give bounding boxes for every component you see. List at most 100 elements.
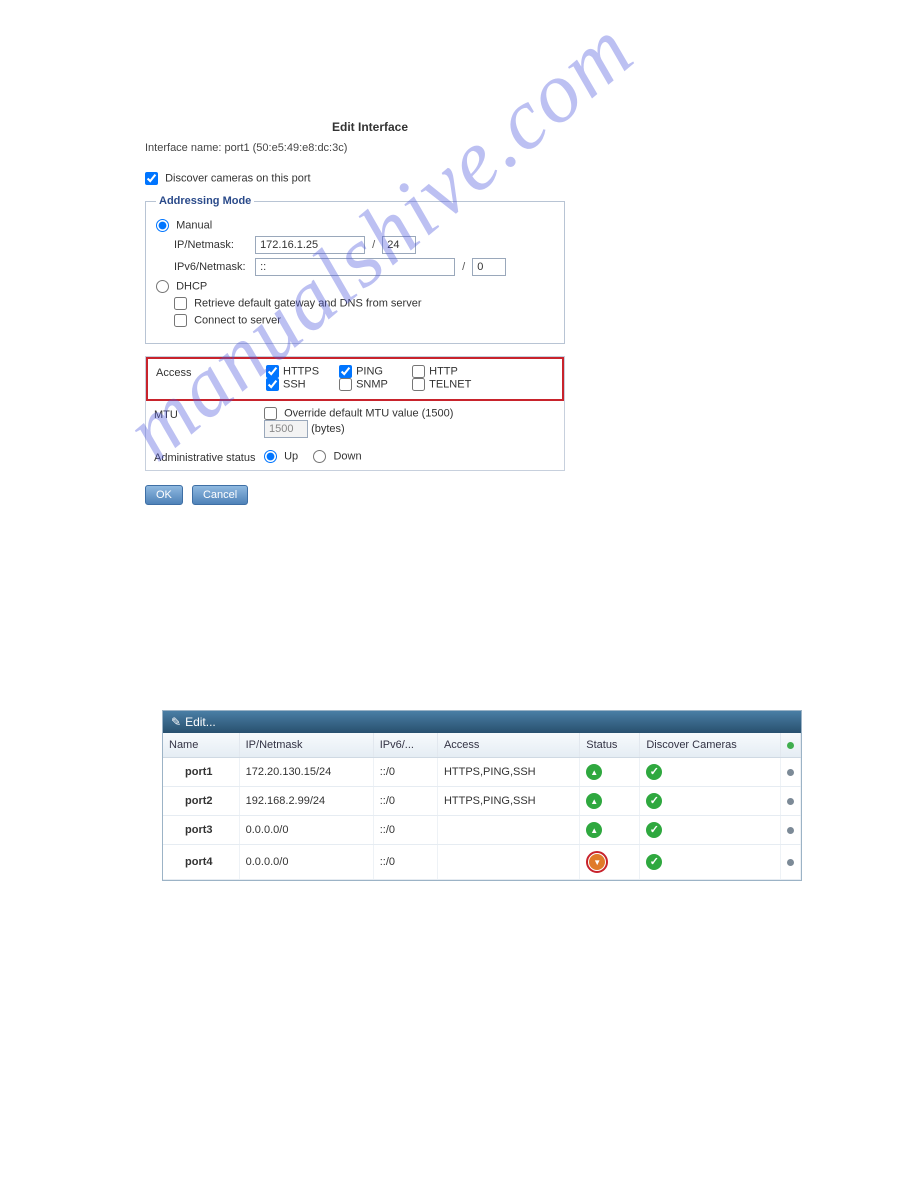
interface-table: Name IP/Netmask IPv6/... Access Status D…: [163, 733, 801, 880]
discover-yes-icon: [646, 793, 662, 809]
row-dot-icon: [787, 827, 794, 834]
cell-ip: 0.0.0.0/0: [239, 816, 373, 845]
access-snmp-label: SNMP: [356, 378, 388, 390]
cell-discover: [640, 845, 781, 880]
col-status[interactable]: Status: [580, 733, 640, 758]
col-ip6[interactable]: IPv6/...: [373, 733, 437, 758]
cell-discover: [640, 787, 781, 816]
dhcp-retrieve-checkbox[interactable]: [174, 297, 187, 310]
cell-status: [580, 758, 640, 787]
row-dot-icon: [787, 769, 794, 776]
admin-down-label: Down: [333, 450, 361, 462]
status-up-icon: [586, 793, 602, 809]
ip6-mask-input[interactable]: [472, 258, 506, 276]
cell-dot: [781, 787, 801, 816]
addressing-mode-legend: Addressing Mode: [156, 195, 254, 207]
cell-dot: [781, 758, 801, 787]
mtu-unit: (bytes): [311, 423, 345, 435]
table-row[interactable]: port1172.20.130.15/24::/0HTTPS,PING,SSH: [163, 758, 801, 787]
mode-manual-radio[interactable]: [156, 219, 169, 232]
interface-table-panel: ✎ Edit... Name IP/Netmask IPv6/... Acces…: [162, 710, 802, 881]
admin-up-label: Up: [284, 450, 298, 462]
cell-status: [580, 816, 640, 845]
ip-mask-input[interactable]: [382, 236, 416, 254]
access-ping-label: PING: [356, 365, 383, 377]
admin-up-radio[interactable]: [264, 450, 277, 463]
cell-dot: [781, 845, 801, 880]
discover-yes-icon: [646, 764, 662, 780]
mtu-override-label: Override default MTU value (1500): [284, 407, 453, 419]
ip6-slash: /: [462, 261, 465, 273]
page-title: Edit Interface: [145, 120, 595, 134]
access-ssh-checkbox[interactable]: [266, 378, 279, 391]
cell-name: port3: [163, 816, 239, 845]
mode-manual-label: Manual: [176, 219, 212, 231]
admin-down-radio[interactable]: [313, 450, 326, 463]
col-refresh[interactable]: [781, 733, 801, 758]
col-discover[interactable]: Discover Cameras: [640, 733, 781, 758]
mtu-override-checkbox[interactable]: [264, 407, 277, 420]
admin-status-label: Administrative status: [154, 450, 264, 464]
cancel-button[interactable]: Cancel: [192, 485, 248, 505]
ip6-label: IPv6/Netmask:: [174, 261, 252, 273]
access-ssh-label: SSH: [283, 378, 306, 390]
row-dot-icon: [787, 798, 794, 805]
access-section: Access HTTPS PING HTTP SSH SNMP TELNET: [146, 357, 564, 401]
cell-access: HTTPS,PING,SSH: [437, 787, 579, 816]
cell-ip6: ::/0: [373, 845, 437, 880]
cell-status: [580, 845, 640, 880]
access-ping-checkbox[interactable]: [339, 365, 352, 378]
ip6-input[interactable]: [255, 258, 455, 276]
cell-ip: 0.0.0.0/0: [239, 845, 373, 880]
access-https-checkbox[interactable]: [266, 365, 279, 378]
table-toolbar: ✎ Edit...: [163, 711, 801, 733]
cell-name: port1: [163, 758, 239, 787]
access-http-checkbox[interactable]: [412, 365, 425, 378]
cell-ip6: ::/0: [373, 758, 437, 787]
status-up-icon: [586, 822, 602, 838]
ip-input[interactable]: [255, 236, 365, 254]
cell-name: port2: [163, 787, 239, 816]
cell-discover: [640, 758, 781, 787]
row-dot-icon: [787, 859, 794, 866]
cell-ip6: ::/0: [373, 787, 437, 816]
ok-button[interactable]: OK: [145, 485, 183, 505]
mode-dhcp-radio[interactable]: [156, 280, 169, 293]
discover-cameras-checkbox[interactable]: [145, 172, 158, 185]
table-row[interactable]: port40.0.0.0/0::/0: [163, 845, 801, 880]
table-row[interactable]: port2192.168.2.99/24::/0HTTPS,PING,SSH: [163, 787, 801, 816]
cell-status: [580, 787, 640, 816]
edit-icon: ✎: [171, 715, 181, 729]
refresh-icon: [787, 742, 794, 749]
ip-label: IP/Netmask:: [174, 239, 252, 251]
access-snmp-checkbox[interactable]: [339, 378, 352, 391]
col-name[interactable]: Name: [163, 733, 239, 758]
col-access[interactable]: Access: [437, 733, 579, 758]
access-label: Access: [156, 365, 266, 391]
cell-ip: 192.168.2.99/24: [239, 787, 373, 816]
discover-yes-icon: [646, 854, 662, 870]
dhcp-connect-checkbox[interactable]: [174, 314, 187, 327]
status-up-icon: [586, 764, 602, 780]
access-telnet-checkbox[interactable]: [412, 378, 425, 391]
cell-access: [437, 845, 579, 880]
mtu-label: MTU: [154, 407, 264, 438]
cell-access: HTTPS,PING,SSH: [437, 758, 579, 787]
col-ip[interactable]: IP/Netmask: [239, 733, 373, 758]
cell-ip: 172.20.130.15/24: [239, 758, 373, 787]
mtu-input: [264, 420, 308, 438]
cell-discover: [640, 816, 781, 845]
ip-slash: /: [372, 239, 375, 251]
table-row[interactable]: port30.0.0.0/0::/0: [163, 816, 801, 845]
interface-name: Interface name: port1 (50:e5:49:e8:dc:3c…: [145, 142, 595, 154]
cell-name: port4: [163, 845, 239, 880]
cell-dot: [781, 816, 801, 845]
cell-access: [437, 816, 579, 845]
cell-ip6: ::/0: [373, 816, 437, 845]
access-http-label: HTTP: [429, 365, 458, 377]
edit-button[interactable]: Edit...: [185, 715, 216, 729]
dhcp-connect-label: Connect to server: [194, 314, 281, 326]
discover-cameras-label: Discover cameras on this port: [165, 172, 311, 184]
status-down-icon: [589, 854, 605, 870]
settings-box: Access HTTPS PING HTTP SSH SNMP TELNET M…: [145, 356, 565, 471]
